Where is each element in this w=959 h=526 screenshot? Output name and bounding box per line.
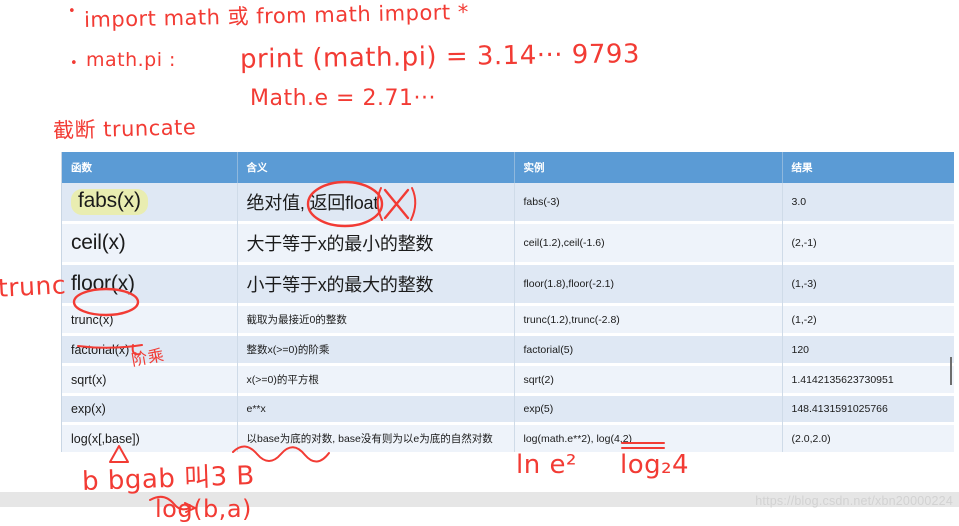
highlight-marker: fabs(x) [71, 189, 148, 215]
screenshot-canvas: https://blog.csdn.net/xbn20000224 函数 含义 … [0, 0, 959, 526]
table-header-row: 函数 含义 实例 结果 [62, 152, 954, 183]
table-row: log(x[,base]) 以base为底的对数, base没有则为以e为底的自然… [62, 425, 954, 452]
cell-meaning: x(>=0)的平方根 [237, 366, 515, 393]
table-row: ceil(x) 大于等于x的最小的整数 ceil(1.2),ceil(-1.6) (2… [62, 224, 954, 262]
cell-meaning: 小于等于x的最大的整数 [237, 265, 515, 303]
cell-meaning: 绝对值, 返回float [237, 183, 515, 221]
col-header-function: 函数 [62, 152, 238, 183]
text-caret [950, 357, 952, 385]
note-bullet-1: • [68, 4, 77, 19]
cell-result: (2,-1) [782, 224, 954, 262]
table-body: fabs(x) 绝对值, 返回float fabs(-3) 3.0 ceil(x) 大于等… [62, 183, 954, 452]
cell-example: floor(1.8),floor(-2.1) [514, 265, 783, 303]
cell-meaning: 截取为最接近0的整数 [237, 306, 515, 333]
note-truncate: 截断 truncate [52, 115, 197, 143]
cell-result: (1,-2) [782, 306, 954, 333]
cell-example: trunc(1.2),trunc(-2.8) [514, 306, 783, 333]
table: 函数 含义 实例 结果 fabs(x) 绝对值, 返回float fabs(-3) 3… [62, 152, 954, 452]
cell-result: 148.4131591025766 [782, 396, 954, 422]
cell-function: fabs(x) [62, 183, 238, 221]
col-header-result: 结果 [782, 152, 954, 183]
cell-meaning: 整数x(>=0)的阶乘 [237, 336, 515, 363]
cell-function: factorial(x) [62, 336, 238, 363]
table-row: sqrt(x) x(>=0)的平方根 sqrt(2) 1.41421356237309… [62, 366, 954, 393]
cell-meaning: e**x [237, 396, 515, 422]
cell-example: fabs(-3) [514, 183, 783, 221]
cell-result: (2.0,2.0) [782, 425, 954, 452]
cell-function: log(x[,base]) [62, 425, 238, 452]
cell-meaning: 大于等于x的最小的整数 [237, 224, 515, 262]
cell-result: (1,-3) [782, 265, 954, 303]
note-bullet-2: • [70, 56, 79, 71]
note-line-2-label: math.pi : [86, 49, 176, 71]
cell-function: ceil(x) [62, 224, 238, 262]
watermark-url: https://blog.csdn.net/xbn20000224 [755, 494, 953, 508]
note-line-3-expression: Math.e = 2.71··· [250, 86, 436, 111]
col-header-meaning: 含义 [237, 152, 515, 183]
cell-example: sqrt(2) [514, 366, 783, 393]
cell-function: exp(x) [62, 396, 238, 422]
math-functions-table: 函数 含义 实例 结果 fabs(x) 绝对值, 返回float fabs(-3) 3… [61, 152, 954, 452]
cell-result: 1.4142135623730951 [782, 366, 954, 393]
cell-result: 120 [782, 336, 954, 363]
cell-function: floor(x) [62, 265, 238, 303]
note-line-1: import math 或 from math import * [83, 0, 470, 33]
cell-meaning: 以base为底的对数, base没有则为以e为底的自然对数 [237, 425, 515, 452]
table-row: factorial(x) 整数x(>=0)的阶乘 factorial(5) 120 [62, 336, 954, 363]
cell-example: ceil(1.2),ceil(-1.6) [514, 224, 783, 262]
note-margin-trunc: trunc [0, 270, 67, 303]
table-row: floor(x) 小于等于x的最大的整数 floor(1.8),floor(-2.1… [62, 265, 954, 303]
table-row: exp(x) e**x exp(5) 148.4131591025766 [62, 396, 954, 422]
note-ln-e-squared: ln e² [516, 450, 577, 480]
cell-example: log(math.e**2), log(4,2) [514, 425, 783, 452]
note-line-2-expression: print (math.pi) = 3.14··· 9793 [239, 39, 641, 75]
cell-function: trunc(x) [62, 306, 238, 333]
cell-example: factorial(5) [514, 336, 783, 363]
cell-result: 3.0 [782, 183, 954, 221]
table-row: trunc(x) 截取为最接近0的整数 trunc(1.2),trunc(-2.8)… [62, 306, 954, 333]
cell-function: sqrt(x) [62, 366, 238, 393]
note-log-base-2-of-4: log₂4 [620, 450, 690, 480]
cell-example: exp(5) [514, 396, 783, 422]
table-row: fabs(x) 绝对值, 返回float fabs(-3) 3.0 [62, 183, 954, 221]
col-header-example: 实例 [514, 152, 783, 183]
